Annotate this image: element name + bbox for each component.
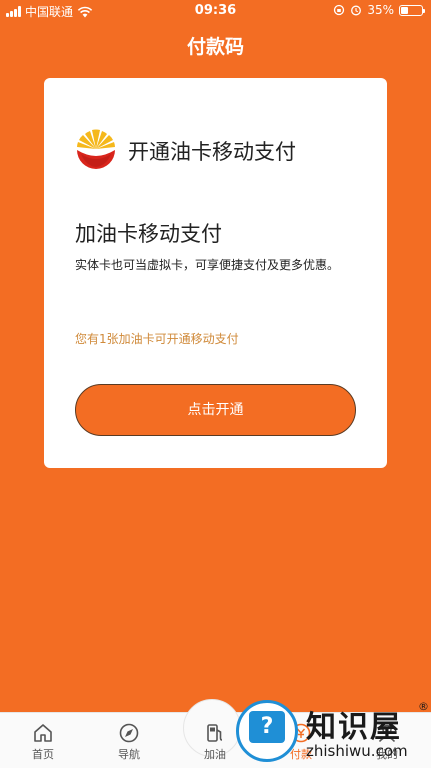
tab-navigation[interactable]: 导航 xyxy=(86,713,172,768)
watermark: ? 知识屋 zhishiwu.com ® xyxy=(236,700,431,768)
page-title: 付款码 xyxy=(186,36,244,58)
petrochina-logo-icon xyxy=(77,129,115,169)
watermark-text: 知识屋 xyxy=(306,710,402,745)
battery-icon xyxy=(399,4,425,16)
watermark-badge: ? xyxy=(236,700,298,762)
orientation-lock-icon xyxy=(334,4,345,16)
payment-card: 开通油卡移动支付 加油卡移动支付 实体卡也可当虚拟卡，可享便捷支付及更多优惠。 … xyxy=(44,78,387,468)
battery-percent: 35% xyxy=(367,3,394,17)
registered-mark: ® xyxy=(418,700,429,713)
status-right: 35% xyxy=(333,3,425,17)
compass-icon xyxy=(119,723,139,743)
alarm-icon xyxy=(351,5,362,16)
card-count-hint: 您有1张加油卡可开通移动支付 xyxy=(75,332,239,346)
brand-title: 开通油卡移动支付 xyxy=(128,140,296,164)
home-icon xyxy=(34,724,52,742)
tab-home[interactable]: 首页 xyxy=(0,713,86,768)
tab-label: 首页 xyxy=(32,748,54,761)
status-bar: 中国联通 09:36 35% xyxy=(0,0,431,22)
card-description: 实体卡也可当虚拟卡，可享便捷支付及更多优惠。 xyxy=(75,258,340,272)
card-heading: 加油卡移动支付 xyxy=(75,222,222,246)
open-button[interactable]: 点击开通 xyxy=(75,384,356,436)
question-icon: ? xyxy=(249,711,285,743)
watermark-url: zhishiwu.com xyxy=(306,742,408,760)
tab-label: 导航 xyxy=(118,748,140,761)
fuel-pump-icon xyxy=(207,724,223,742)
